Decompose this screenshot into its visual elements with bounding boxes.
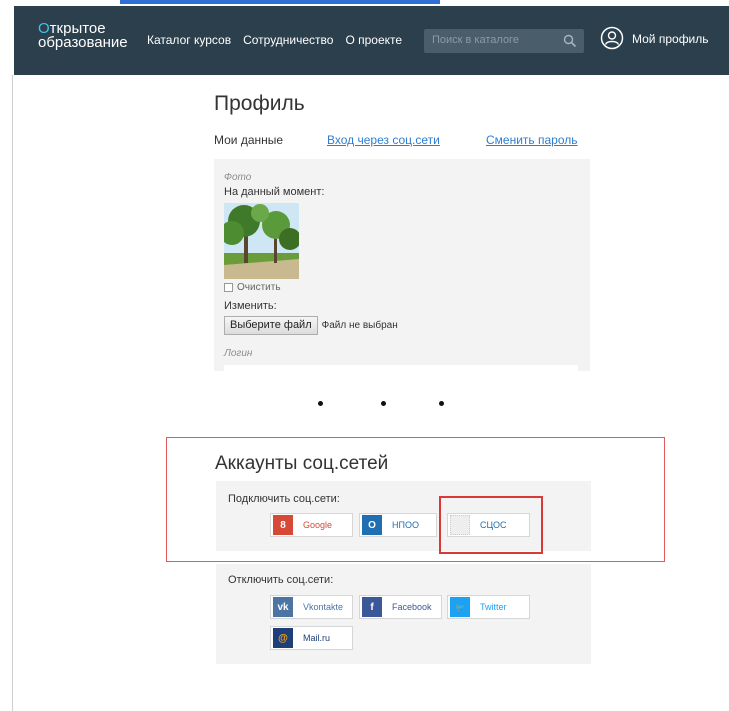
search-icon[interactable] [563,34,577,48]
ellipsis-dot [381,401,386,406]
logo-line2: образование [38,34,128,51]
tab-social-login[interactable]: Вход через соц.сети [327,133,440,147]
site-header: Открытое образование Каталог курсов Сотр… [14,6,729,75]
login-input[interactable] [224,365,578,371]
facebook-icon: f [362,597,382,617]
google-icon: 8 [273,515,293,535]
connect-social-label: Подключить соц.сети: [228,493,340,505]
profile-photo [224,203,299,279]
photo-label: Фото [224,172,252,183]
tab-change-password[interactable]: Сменить пароль [486,133,578,147]
login-label: Логин [224,348,253,359]
vkontakte-label: Vkontakte [303,602,344,612]
nav-about[interactable]: О проекте [345,33,402,47]
nav-catalog[interactable]: Каталог курсов [147,33,231,47]
clear-photo-row: Очистить [224,282,281,293]
mailru-label: Mail.ru [303,633,331,643]
change-photo-label: Изменить: [224,300,277,312]
choose-file-button[interactable]: Выберите файл [224,316,318,335]
my-profile-link[interactable]: Мой профиль [632,32,709,46]
mailru-button[interactable]: @ Mail.ru [270,626,353,650]
current-photo-label: На данный момент: [224,186,325,198]
scos-highlight-box [439,496,543,554]
facebook-label: Facebook [392,602,432,612]
profile-form: Фото На данный момент: Очистить Изменить… [214,159,590,371]
top-accent-line [120,0,440,4]
profile-tabs: Мои данные Вход через соц.сети Сменить п… [214,133,594,151]
mailru-icon: @ [273,628,293,648]
twitter-button[interactable]: 🐦 Twitter [447,595,530,619]
user-avatar-icon[interactable] [600,26,624,50]
social-accounts-title: Аккаунты соц.сетей [215,453,389,474]
ellipsis-dot [439,401,444,406]
tab-my-data[interactable]: Мои данные [214,133,283,147]
nav-cooperation[interactable]: Сотрудничество [243,33,333,47]
search-placeholder: Поиск в каталоге [432,34,519,46]
connect-google-button[interactable]: 8 Google [270,513,353,537]
main-nav: Каталог курсов Сотрудничество О проекте [147,33,402,47]
vk-icon: vk [273,597,293,617]
file-status: Файл не выбран [321,320,398,331]
left-border [12,75,13,711]
clear-photo-checkbox[interactable] [224,283,233,292]
twitter-icon: 🐦 [450,597,470,617]
search-input[interactable]: Поиск в каталоге [424,29,584,53]
disconnect-social-label: Отключить соц.сети: [228,574,334,586]
facebook-button[interactable]: f Facebook [359,595,442,619]
clear-photo-label: Очистить [237,282,281,293]
npoo-icon: O [362,515,382,535]
ellipsis-dot [318,401,323,406]
file-upload-row: Выберите файл Файл не выбран [224,316,398,335]
connect-google-label: Google [303,520,333,530]
twitter-label: Twitter [480,602,507,612]
park-photo-image [224,203,299,279]
site-logo[interactable]: Открытое образование [38,21,128,51]
vkontakte-button[interactable]: vk Vkontakte [270,595,353,619]
page-title: Профиль [214,92,305,115]
connect-npoo-button[interactable]: O НПОО [359,513,437,537]
connect-npoo-label: НПОО [392,520,419,530]
